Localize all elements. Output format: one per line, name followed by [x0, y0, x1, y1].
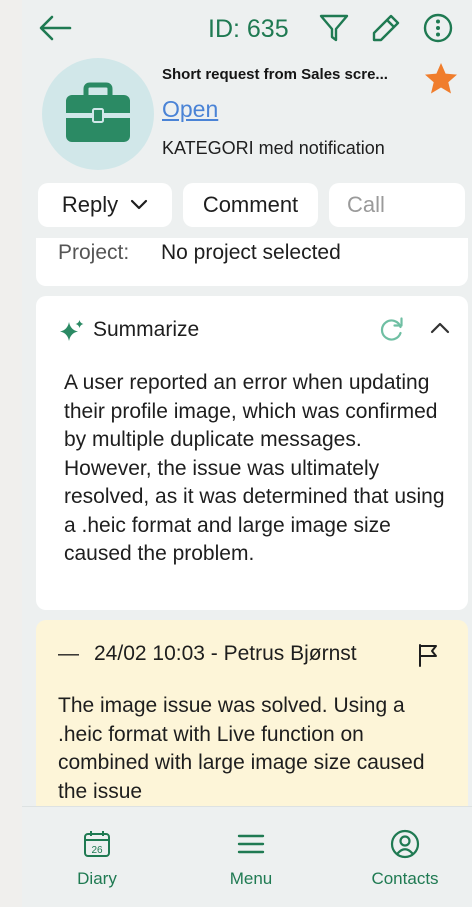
- ticket-title: Short request from Sales scre...: [162, 66, 388, 83]
- nav-menu[interactable]: Menu: [196, 829, 306, 889]
- briefcase-icon: [66, 82, 130, 142]
- summary-card: Summarize A user reported an error when …: [36, 296, 468, 610]
- reply-label: Reply: [61, 192, 119, 217]
- action-bar: Reply Comment Call: [22, 183, 472, 229]
- chevron-down-icon: [131, 199, 148, 210]
- top-bar: ID: 635: [22, 0, 472, 58]
- summary-text: A user reported an error when updating t…: [64, 371, 445, 565]
- collapse-dash-icon[interactable]: —: [58, 642, 79, 666]
- ticket-id: ID: 635: [208, 15, 289, 43]
- refresh-icon[interactable]: [378, 316, 406, 344]
- filter-icon[interactable]: [318, 12, 350, 44]
- back-arrow-icon[interactable]: [38, 12, 74, 44]
- project-card: Project: No project selected: [36, 238, 468, 286]
- call-button[interactable]: Call: [329, 183, 465, 227]
- summary-title: Summarize: [93, 318, 200, 341]
- message-header: 24/02 10:03 - Petrus Bjørnst: [94, 642, 357, 665]
- star-icon[interactable]: [422, 60, 460, 98]
- message-body: The image issue was solved. Using a .hei…: [58, 694, 425, 803]
- avatar: [42, 58, 154, 170]
- status-link[interactable]: Open: [162, 96, 218, 123]
- nav-contacts[interactable]: Contacts: [350, 829, 460, 889]
- nav-diary-label: Diary: [77, 869, 117, 888]
- calendar-day: 26: [91, 845, 103, 856]
- category-label: KATEGORI med notification: [162, 138, 385, 158]
- ticket-detail-screen: ID: 635 Short request from Sales scre...…: [22, 0, 472, 907]
- sparkle-icon: [58, 318, 86, 346]
- nav-contacts-label: Contacts: [371, 869, 439, 888]
- reply-button[interactable]: Reply: [38, 183, 172, 227]
- edit-pencil-icon[interactable]: [370, 12, 402, 44]
- more-options-icon[interactable]: [422, 12, 454, 44]
- project-value[interactable]: No project selected: [161, 241, 341, 265]
- ticket-header: Short request from Sales scre... Open KA…: [22, 56, 472, 178]
- nav-menu-label: Menu: [229, 869, 273, 888]
- comment-label: Comment: [202, 192, 299, 217]
- flag-icon[interactable]: [416, 642, 442, 668]
- project-label: Project:: [58, 241, 130, 264]
- collapse-chevron-icon[interactable]: [428, 316, 452, 340]
- calendar-icon: 26: [84, 831, 110, 857]
- call-label: Call: [347, 192, 385, 217]
- contacts-icon: [390, 829, 420, 859]
- message-card: — 24/02 10:03 - Petrus Bjørnst The image…: [36, 620, 468, 830]
- comment-button[interactable]: Comment: [183, 183, 318, 227]
- nav-diary[interactable]: 26 Diary: [42, 829, 152, 889]
- hamburger-menu-icon: [237, 834, 265, 854]
- bottom-nav: 26 Diary Menu Contacts: [22, 806, 472, 907]
